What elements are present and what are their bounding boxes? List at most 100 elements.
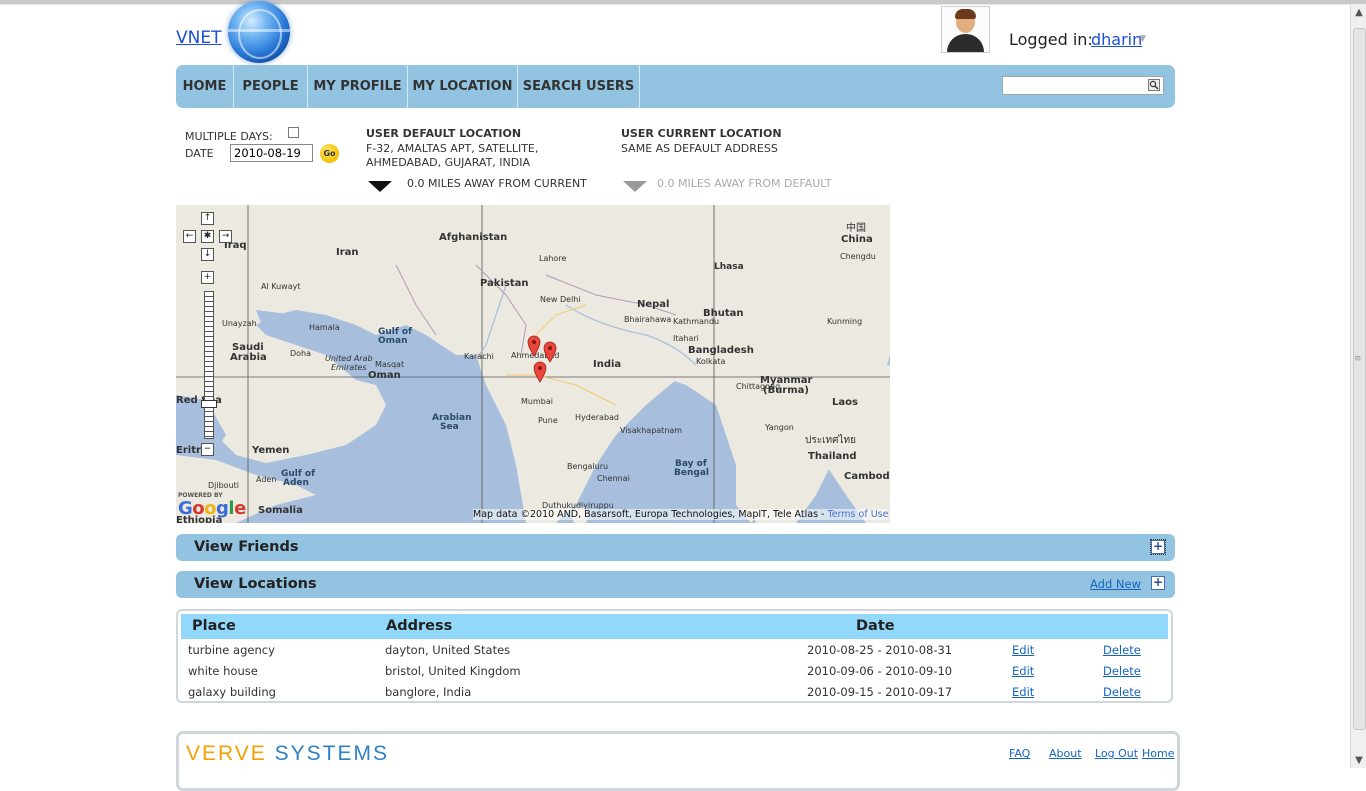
map-label: Lahore [539, 254, 567, 263]
footer-link-faq[interactable]: FAQ [1009, 747, 1030, 760]
pan-right-icon[interactable]: → [219, 230, 232, 243]
map-label: United Arab [325, 354, 373, 363]
map-label: Chennai [597, 474, 630, 483]
map-label: Thailand [808, 451, 857, 462]
map-label: Kolkata [696, 357, 726, 366]
terms-of-use-link[interactable]: Terms of Use [828, 509, 889, 520]
view-locations-bar[interactable]: View Locations Add New + [176, 571, 1175, 598]
location-marker-icon[interactable] [527, 335, 541, 357]
map-label: Hamala [309, 323, 340, 332]
date-field[interactable] [230, 144, 313, 162]
pan-center-icon[interactable]: ✱ [201, 230, 214, 243]
view-locations-title: View Locations [194, 576, 317, 592]
pan-down-icon[interactable]: ↓ [201, 248, 214, 261]
default-location-line1: F-32, AMALTAS APT, SATELLITE, [366, 142, 539, 155]
map-label: Kathmandu [673, 317, 720, 326]
go-button[interactable]: Go [320, 144, 339, 163]
nav-my-location[interactable]: MY LOCATION [408, 65, 518, 108]
map-attribution: Map data ©2010 AND, Basarsoft, Europa Te… [473, 509, 889, 520]
default-location-line2: AHMEDABAD, GUJARAT, INDIA [366, 156, 531, 169]
nav-search-users[interactable]: SEARCH USERS [518, 65, 640, 108]
triangle-down-icon[interactable] [623, 181, 647, 192]
map-label: Somalia [258, 505, 303, 516]
scrollbar-thumb[interactable] [1353, 28, 1366, 730]
zoom-in-icon[interactable]: + [201, 271, 214, 284]
nav-my-profile[interactable]: MY PROFILE [308, 65, 408, 108]
map-label: Djibouti [208, 481, 240, 490]
location-map[interactable]: Iran Afghanistan Pakistan 中国 China India… [176, 205, 890, 523]
username-link[interactable]: dharin [1091, 30, 1142, 49]
expand-plus-icon[interactable]: + [1151, 576, 1165, 590]
pan-left-icon[interactable]: ← [183, 230, 196, 243]
edit-link[interactable]: Edit [1012, 685, 1034, 699]
multiple-days-checkbox[interactable] [288, 127, 299, 138]
column-header-place: Place [192, 618, 236, 634]
map-label: China [841, 234, 873, 245]
triangle-down-icon[interactable] [368, 181, 392, 192]
page-scrollbar[interactable]: ▲ ≡ ▼ [1350, 4, 1366, 768]
location-marker-icon[interactable] [543, 341, 557, 363]
scroll-down-icon[interactable]: ▼ [1353, 754, 1365, 768]
map-label: Bangladesh [688, 345, 754, 356]
map-label: Bhairahawa [624, 315, 672, 324]
delete-link[interactable]: Delete [1103, 685, 1141, 699]
date-label: DATE [185, 147, 214, 160]
map-label: Afghanistan [439, 232, 508, 243]
map-label: Kunming [827, 317, 863, 326]
add-new-link[interactable]: Add New [1090, 577, 1141, 591]
cell-date: 2010-09-15 - 2010-09-17 [807, 685, 953, 699]
map-label: Emirates [331, 363, 367, 372]
map-label: ประเทศไทย [805, 435, 856, 446]
expand-plus-icon[interactable]: + [1150, 539, 1166, 555]
delete-link[interactable]: Delete [1103, 664, 1141, 678]
map-label: Itahari [673, 334, 699, 343]
main-nav: HOME PEOPLE MY PROFILE MY LOCATION SEARC… [176, 65, 1175, 108]
zoom-slider-handle[interactable] [201, 400, 217, 408]
footer-link-logout[interactable]: Log Out [1095, 747, 1138, 760]
multiple-days-label: MULTIPLE DAYS: [185, 130, 273, 143]
login-label: Logged in: [1009, 30, 1093, 49]
map-label: Chittagong [736, 382, 781, 391]
scroll-up-icon[interactable]: ▲ [1353, 6, 1365, 20]
nav-home[interactable]: HOME [176, 65, 234, 108]
avatar [941, 6, 990, 53]
delete-link[interactable]: Delete [1103, 643, 1141, 657]
view-friends-title: View Friends [194, 539, 299, 555]
view-friends-bar[interactable]: View Friends + [176, 534, 1175, 561]
search-icon[interactable] [1148, 79, 1160, 91]
distance-from-current: 0.0 MILES AWAY FROM CURRENT [407, 177, 587, 190]
map-label: Hyderabad [575, 413, 619, 422]
footer-link-home[interactable]: Home [1142, 747, 1174, 760]
map-label: Yangon [765, 423, 794, 432]
map-label: India [593, 359, 622, 370]
edit-link[interactable]: Edit [1012, 643, 1034, 657]
search-input[interactable] [1002, 76, 1164, 95]
pan-up-icon[interactable]: ↑ [201, 212, 214, 225]
default-location-title: USER DEFAULT LOCATION [366, 127, 522, 140]
zoom-slider[interactable] [204, 291, 214, 439]
map-label: 中国 [846, 223, 866, 234]
cell-place: turbine agency [188, 643, 275, 657]
column-header-address: Address [386, 618, 453, 634]
brand-link[interactable]: VNET [176, 28, 221, 48]
edit-link[interactable]: Edit [1012, 664, 1034, 678]
location-marker-icon[interactable] [533, 361, 547, 383]
footer-link-about[interactable]: About [1049, 747, 1082, 760]
map-label: Mumbai [521, 397, 553, 406]
map-label: Pune [538, 416, 558, 425]
map-label: Pakistan [480, 278, 529, 289]
chevron-down-icon[interactable]: ▼ [1139, 34, 1146, 44]
nav-people[interactable]: PEOPLE [234, 65, 308, 108]
cell-address: dayton, United States [385, 643, 511, 657]
map-label: Yemen [252, 445, 290, 456]
map-label: Chengdu [840, 252, 876, 261]
browser-top-border [0, 0, 1366, 5]
map-label: New Delhi [540, 295, 581, 304]
google-logo[interactable]: Google [178, 498, 246, 519]
zoom-out-icon[interactable]: − [201, 443, 214, 456]
map-label: Laos [832, 397, 858, 408]
scrollbar-grip-icon: ≡ [1354, 354, 1362, 364]
map-label: Masqat [375, 360, 405, 369]
distance-from-default: 0.0 MILES AWAY FROM DEFAULT [657, 177, 832, 190]
table-header: Place Address Date [181, 614, 1168, 639]
